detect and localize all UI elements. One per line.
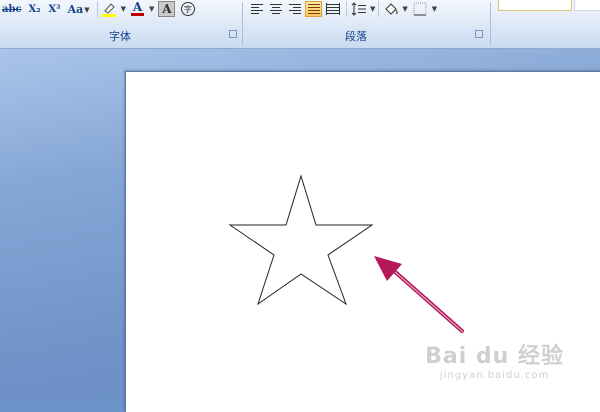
star-shape[interactable] — [228, 174, 374, 306]
watermark: Bai du 经验 jingyan.baidu.com — [425, 338, 564, 381]
annotation-arrow — [374, 256, 464, 333]
watermark-url: jingyan.baidu.com — [439, 370, 550, 381]
watermark-brand: Bai du 经验 — [425, 344, 564, 369]
